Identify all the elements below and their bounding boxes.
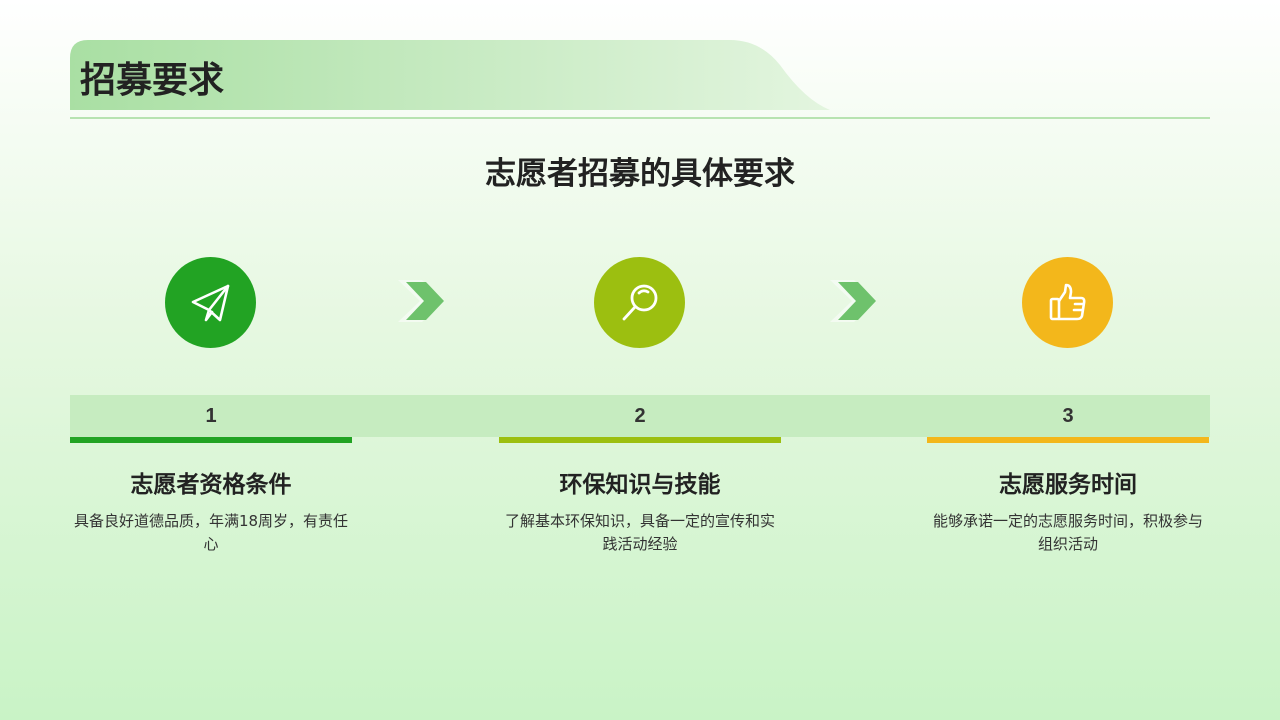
step-1-description: 具备良好道德品质，年满18周岁，有责任心 — [73, 512, 349, 553]
step-2-title: 环保知识与技能 — [559, 472, 721, 498]
step-3-title: 志愿服务时间 — [999, 472, 1137, 498]
chevron-right-icon — [830, 280, 876, 327]
step-2-number: 2 — [634, 405, 646, 427]
step-3-underline — [927, 437, 1209, 443]
step-3-description: 能够承诺一定的志愿服务时间，积极参与组织活动 — [932, 512, 1203, 553]
section-subtitle: 志愿者招募的具体要求 — [485, 156, 795, 192]
step-1-title: 志愿者资格条件 — [130, 472, 292, 498]
paper-plane-icon — [191, 284, 229, 321]
step-1-circle — [165, 257, 256, 348]
thumbs-up-icon — [1049, 283, 1085, 320]
page-title: 招募要求 — [80, 60, 225, 101]
step-2-circle — [594, 257, 685, 348]
step-3-number: 3 — [1062, 405, 1074, 427]
chevron-right-icon — [398, 280, 444, 327]
step-2-description: 了解基本环保知识，具备一定的宣传和实践活动经验 — [504, 512, 775, 553]
step-3-circle — [1022, 257, 1113, 348]
step-2-underline — [499, 437, 781, 443]
step-1-number: 1 — [205, 405, 217, 427]
magnifier-icon — [622, 284, 657, 320]
header-divider — [70, 117, 1210, 119]
step-1-underline — [70, 437, 352, 443]
